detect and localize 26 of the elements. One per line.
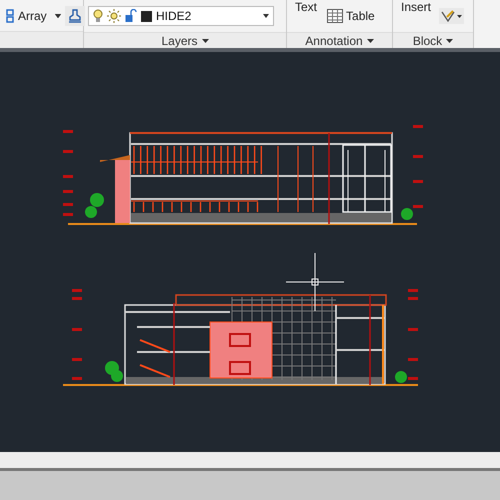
caret-icon: [457, 14, 462, 18]
table-icon: [327, 9, 344, 23]
block-panel-label[interactable]: Block: [393, 32, 473, 48]
annotation-panel-label[interactable]: Annotation: [287, 32, 392, 48]
caret-icon: [366, 38, 374, 42]
layers-panel-label[interactable]: Layers: [84, 32, 286, 48]
sun-icon: [107, 9, 121, 23]
layer-dropdown[interactable]: HIDE2: [88, 6, 274, 26]
block-editor-button[interactable]: [439, 8, 464, 24]
drawing-canvas[interactable]: [0, 52, 500, 452]
pencil-check-icon: [441, 10, 456, 22]
stamp-icon[interactable]: [64, 6, 85, 26]
caret-icon: [446, 38, 454, 42]
caret-icon[interactable]: [54, 14, 61, 18]
caret-icon: [202, 38, 209, 42]
caret-icon: [263, 14, 269, 18]
table-button[interactable]: Table: [325, 8, 377, 24]
array-icon: [6, 8, 15, 22]
crosshair-cursor-icon: [286, 252, 344, 312]
array-button[interactable]: Array: [4, 8, 49, 24]
insert-button[interactable]: Insert: [397, 0, 436, 14]
color-swatch: [141, 10, 152, 22]
layer-name: HIDE2: [156, 9, 192, 23]
lightbulb-icon: [93, 8, 103, 24]
unlocked-padlock-icon: [125, 9, 137, 23]
text-button[interactable]: Text: [291, 0, 322, 14]
